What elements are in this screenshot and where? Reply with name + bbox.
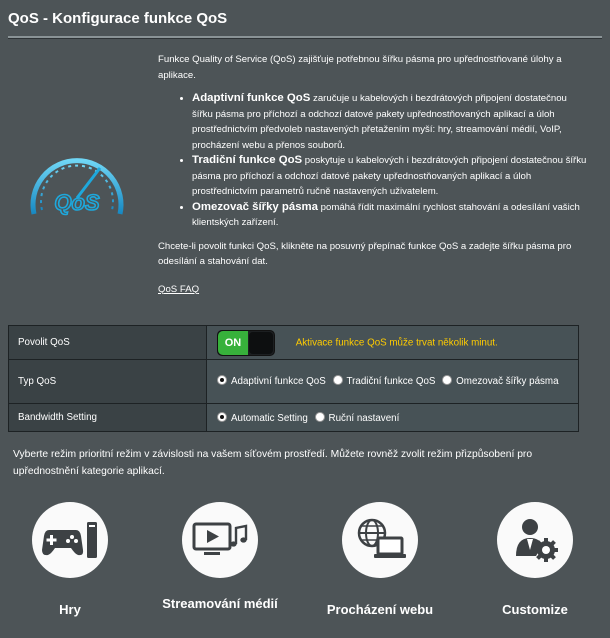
customize-icon <box>516 519 558 562</box>
radio-label: Ruční nastavení <box>328 412 400 424</box>
web-browsing-icon <box>357 518 406 558</box>
priority-mode-description: Vyberte režim prioritní režim v závislos… <box>13 449 533 477</box>
mode-label: Procházení webu <box>326 602 434 617</box>
qos-warning-text: Aktivace funkce QoS může trvat několik m… <box>295 337 498 348</box>
qos-logo-text: QoS <box>54 190 100 215</box>
radio-automatic-setting[interactable] <box>217 411 227 422</box>
radio-label: Adaptivní funkce QoS <box>231 375 326 387</box>
mode-games-button[interactable]: Hry <box>0 502 140 618</box>
intro-paragraph: Funkce Quality of Service (QoS) zajišťuj… <box>158 54 562 81</box>
list-item: Adaptivní funkce QoS zaručuje u kabelový… <box>192 91 588 153</box>
qos-logo-icon: QoS <box>30 158 124 216</box>
bandwidth-setting-row: Bandwidth Setting Automatic Setting Ručn… <box>8 403 579 432</box>
enable-qos-label: Povolit QoS <box>8 325 207 360</box>
media-streaming-icon <box>192 522 248 555</box>
toggle-on-label: ON <box>218 330 248 355</box>
mode-web-browsing-button[interactable]: Procházení webu <box>310 502 450 618</box>
radio-manual-setting[interactable] <box>314 411 325 422</box>
radio-traditional-qos[interactable] <box>332 374 343 385</box>
qos-settings-table: Povolit QoS ON Aktivace funkce QoS může … <box>8 325 579 432</box>
mode-label: Customize <box>502 602 568 617</box>
qos-faq-link[interactable]: QoS FAQ <box>158 282 199 298</box>
title-divider <box>8 36 602 39</box>
radio-label: Automatic Setting <box>231 412 308 424</box>
radio-bandwidth-limiter[interactable] <box>442 374 453 385</box>
qos-type-row: Typ QoS Adaptivní funkce QoS Tradiční fu… <box>8 359 579 404</box>
mode-customize-button[interactable]: Customize <box>465 502 605 618</box>
enable-qos-row: Povolit QoS ON Aktivace funkce QoS může … <box>8 325 579 360</box>
qos-types-list: Adaptivní funkce QoS zaručuje u kabelový… <box>158 91 588 231</box>
page-title: QoS - Konfigurace funkce QoS <box>8 10 228 27</box>
gamepad-icon <box>42 522 97 558</box>
mode-media-streaming-button[interactable]: Streamování médií <box>150 502 290 612</box>
enable-qos-toggle[interactable]: ON <box>217 329 275 356</box>
radio-label: Omezovač šířky pásma <box>456 375 559 387</box>
list-item: Omezovač šířky pásma pomáhá řídit maximá… <box>192 200 588 231</box>
mode-label: Streamování médií <box>162 596 278 611</box>
toggle-knob <box>249 331 273 354</box>
bandwidth-setting-label: Bandwidth Setting <box>8 403 207 432</box>
radio-label: Tradiční funkce QoS <box>346 375 436 387</box>
enable-instructions: Chcete-li povolit funkci QoS, klikněte n… <box>158 240 572 268</box>
intro-text: Funkce Quality of Service (QoS) zajišťuj… <box>158 52 588 297</box>
mode-label: Hry <box>59 602 81 617</box>
qos-type-label: Typ QoS <box>8 359 207 404</box>
list-item: Tradiční funkce QoS poskytuje u kabelový… <box>192 153 588 200</box>
radio-adaptive-qos[interactable] <box>217 374 227 385</box>
